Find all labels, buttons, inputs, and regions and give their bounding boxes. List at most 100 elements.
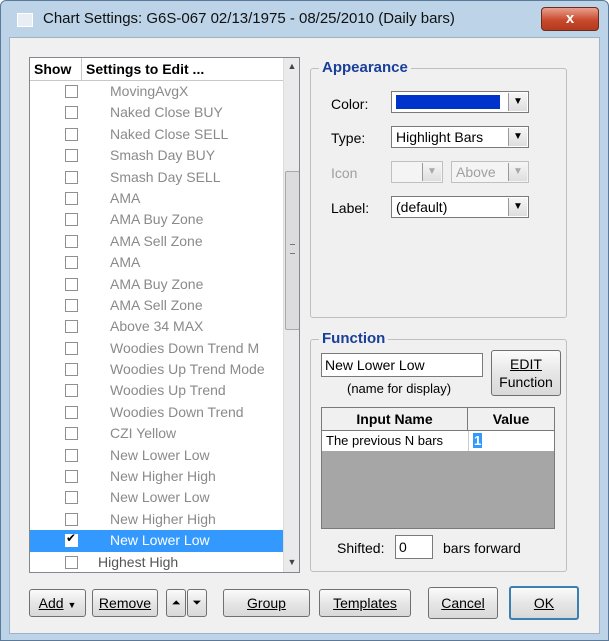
checkbox[interactable] (65, 555, 78, 569)
move-up-button[interactable]: ⏶ (166, 589, 186, 617)
list-item[interactable]: New Lower Low (30, 530, 283, 552)
checkbox[interactable] (65, 384, 78, 398)
list-item-label: AMA (110, 189, 141, 206)
header-show[interactable]: Show (34, 61, 71, 77)
checkbox[interactable] (65, 512, 78, 526)
chevron-down-icon: ▼ (422, 163, 441, 181)
grip-icon (290, 244, 295, 254)
close-button[interactable]: x (541, 7, 599, 31)
label-select[interactable]: (default) ▼ (391, 196, 529, 218)
list-item[interactable]: Smash Day BUY (30, 145, 283, 166)
checkbox[interactable] (65, 405, 78, 419)
scroll-thumb[interactable] (285, 171, 299, 330)
list-item[interactable]: New Lower Low (30, 445, 283, 466)
dialog-client: Show Settings to Edit ... MovingAvgX Nake… (9, 37, 600, 634)
header-settings[interactable]: Settings to Edit ... (86, 61, 204, 77)
list-item-label: Highest High (98, 553, 179, 570)
list-item[interactable]: Woodies Up Trend (30, 380, 283, 401)
list-item[interactable]: Woodies Down Trend M (30, 338, 283, 359)
checkbox[interactable] (65, 491, 78, 505)
list-item[interactable]: Above 34 MAX (30, 316, 283, 337)
list-item-label: Woodies Down Trend (110, 403, 244, 420)
list-item[interactable]: Naked Close BUY (30, 102, 283, 123)
list-scrollbar[interactable]: ▲ ▼ (283, 58, 299, 572)
list-item[interactable]: Highest High (30, 552, 283, 572)
color-select[interactable]: ▼ (391, 91, 529, 113)
cancel-button[interactable]: Cancel (428, 587, 498, 619)
list-item[interactable]: AMA (30, 188, 283, 209)
checkbox[interactable] (65, 170, 78, 184)
remove-button[interactable]: Remove (92, 589, 158, 617)
grid-header-input-name: Input Name (322, 408, 468, 430)
list-item[interactable]: AMA Buy Zone (30, 209, 283, 230)
settings-list[interactable]: Show Settings to Edit ... MovingAvgX Nake… (29, 57, 300, 573)
scroll-down-arrow-icon[interactable]: ▼ (284, 554, 299, 570)
list-item[interactable]: New Higher High (30, 509, 283, 530)
chevron-down-icon: ▼ (67, 600, 77, 610)
list-item[interactable]: AMA Buy Zone (30, 274, 283, 295)
list-item[interactable]: Woodies Down Trend (30, 402, 283, 423)
add-button-label: Add (38, 595, 64, 611)
list-item-label: New Higher High (110, 468, 216, 485)
list-item-label: MovingAvgX (110, 83, 189, 99)
grid-cell-input-name: The previous N bars (326, 433, 444, 448)
checkbox[interactable] (65, 320, 78, 334)
list-item[interactable]: CZI Yellow (30, 423, 283, 444)
grid-row[interactable]: The previous N bars 1 (322, 431, 554, 451)
checkbox[interactable] (65, 234, 78, 248)
list-header: Show Settings to Edit ... (30, 58, 283, 81)
function-name-value: New Lower Low (325, 357, 425, 373)
function-inputs-grid[interactable]: Input Name Value The previous N bars 1 (321, 407, 555, 529)
list-item[interactable]: AMA (30, 252, 283, 273)
list-item[interactable]: New Higher High (30, 466, 283, 487)
checkbox[interactable] (65, 470, 78, 484)
checkbox[interactable] (65, 427, 78, 441)
checkbox[interactable] (65, 256, 78, 270)
type-select[interactable]: Highlight Bars ▼ (391, 126, 529, 148)
ok-button[interactable]: OK (509, 586, 579, 620)
grid-header-value: Value (492, 411, 530, 427)
list-item[interactable]: AMA Sell Zone (30, 231, 283, 252)
move-down-button[interactable]: ⏷ (187, 589, 207, 617)
checkbox[interactable] (65, 191, 78, 205)
shifted-input[interactable]: 0 (395, 535, 433, 559)
checkbox[interactable] (65, 213, 78, 227)
checkbox[interactable] (65, 298, 78, 312)
checkbox[interactable] (65, 85, 78, 98)
remove-button-label: Remove (98, 595, 152, 611)
checkbox[interactable] (65, 127, 78, 141)
chevron-down-icon[interactable]: ▼ (508, 93, 527, 111)
checkbox-checked[interactable] (65, 531, 78, 548)
chevron-down-icon[interactable]: ▼ (508, 128, 527, 146)
checkbox[interactable] (65, 149, 78, 163)
list-item-label: New Lower Low (110, 489, 210, 506)
checkbox[interactable] (65, 106, 78, 120)
list-item[interactable]: MovingAvgX (30, 81, 283, 102)
function-legend: Function (319, 330, 389, 347)
group-button-label: Group (247, 595, 286, 611)
scroll-up-arrow-icon[interactable]: ▲ (284, 58, 299, 74)
list-item[interactable]: New Lower Low (30, 487, 283, 508)
list-item-label: CZI Yellow (110, 425, 177, 442)
list-item[interactable]: AMA Sell Zone (30, 295, 283, 316)
title-bar[interactable]: Chart Settings: G6S-067 02/13/1975 - 08/… (1, 1, 608, 37)
list-item[interactable]: Smash Day SELL (30, 167, 283, 188)
chevron-down-icon[interactable]: ▼ (508, 198, 527, 216)
checkbox[interactable] (65, 448, 78, 462)
checkbox[interactable] (65, 363, 78, 377)
group-button[interactable]: Group (223, 589, 310, 617)
templates-button[interactable]: Templates (319, 589, 411, 617)
edit-function-button[interactable]: EDIT Function (491, 350, 561, 396)
function-name-input[interactable]: New Lower Low (321, 353, 483, 377)
header-separator (81, 58, 82, 80)
grid-cell-value[interactable]: 1 (468, 431, 555, 451)
add-button[interactable]: Add ▼ (29, 589, 86, 617)
list-item[interactable]: Woodies Up Trend Mode (30, 359, 283, 380)
checkbox[interactable] (65, 277, 78, 291)
list-item-label: Woodies Down Trend M (110, 339, 260, 356)
checkbox[interactable] (65, 341, 78, 355)
list-item-label: Smash Day BUY (110, 147, 216, 164)
shifted-value: 0 (399, 539, 407, 555)
templates-button-label: Templates (333, 595, 397, 611)
list-item[interactable]: Naked Close SELL (30, 124, 283, 145)
